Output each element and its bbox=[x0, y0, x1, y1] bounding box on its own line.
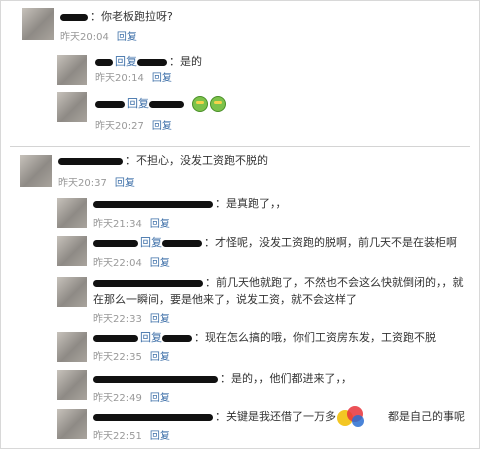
redacted-name[interactable] bbox=[162, 239, 202, 247]
reply-meta: 昨天21:34 回复 bbox=[93, 219, 170, 231]
reply-link[interactable]: 回复 bbox=[150, 431, 170, 442]
comment-meta: 昨天20:04 回复 bbox=[60, 32, 137, 44]
redacted-name[interactable] bbox=[93, 200, 213, 208]
timestamp: 昨天20:27 bbox=[95, 121, 144, 132]
reply-text: ：关键是我还借了一万多 都是自己的事呢 bbox=[93, 410, 465, 424]
reply-meta: 昨天22:04 回复 bbox=[93, 258, 170, 270]
reply-prefix: 回复 bbox=[115, 55, 137, 68]
redacted-name[interactable] bbox=[95, 100, 125, 108]
reply-text: ：前几天他就跑了，不然也不会这么快就倒闭的，，就 bbox=[93, 276, 464, 290]
timestamp: 昨天22:33 bbox=[93, 314, 142, 325]
redacted-name[interactable] bbox=[162, 334, 192, 342]
avatar[interactable] bbox=[57, 198, 87, 228]
reply-link[interactable]: 回复 bbox=[150, 393, 170, 404]
reply-text: 回复 ：才怪呢，没发工资跑的脱啊，前几天不是在装柜啊 bbox=[93, 236, 457, 250]
smiley-icon bbox=[209, 96, 226, 112]
avatar[interactable] bbox=[57, 332, 87, 362]
timestamp: 昨天20:04 bbox=[60, 32, 109, 43]
avatar[interactable] bbox=[57, 409, 87, 439]
comment-text: ：不担心，没发工资跑不脱的 bbox=[58, 154, 268, 168]
reply-text: ：是真跑了，， bbox=[93, 197, 287, 211]
redacted-name[interactable] bbox=[93, 279, 203, 287]
reply-meta: 昨天20:14 回复 bbox=[95, 73, 172, 85]
reply-link[interactable]: 回复 bbox=[150, 352, 170, 363]
redacted-name[interactable] bbox=[95, 58, 113, 66]
reply-text: 回复 ：现在怎么搞的哦，你们工资房东发，工资跑不脱 bbox=[93, 331, 436, 345]
timestamp: 昨天20:14 bbox=[95, 73, 144, 84]
smiley-icon bbox=[191, 96, 208, 112]
reply-prefix: 回复 bbox=[127, 97, 149, 110]
reply-prefix: 回复 bbox=[140, 331, 162, 344]
redacted-name[interactable] bbox=[149, 100, 184, 108]
reply-meta: 昨天22:51 回复 bbox=[93, 431, 170, 443]
redacted-name[interactable] bbox=[93, 334, 138, 342]
avatar[interactable] bbox=[57, 55, 87, 85]
reply-link[interactable]: 回复 bbox=[150, 219, 170, 230]
redacted-name[interactable] bbox=[58, 157, 123, 165]
avatar[interactable] bbox=[57, 236, 87, 266]
reply-link[interactable]: 回复 bbox=[152, 73, 172, 84]
timestamp: 昨天22:04 bbox=[93, 258, 142, 269]
reply-text: 回复 bbox=[95, 96, 226, 112]
comment-meta: 昨天20:37 回复 bbox=[58, 178, 135, 190]
avatar[interactable] bbox=[22, 8, 54, 40]
avatar[interactable] bbox=[20, 155, 52, 187]
reply-meta: 昨天20:27 回复 bbox=[95, 121, 172, 133]
timestamp: 昨天21:34 bbox=[93, 219, 142, 230]
watermark-logo bbox=[337, 406, 364, 427]
reply-text-continued: 在那么一瞬间，要是他来了，说发工资，就不会这样了 bbox=[93, 293, 357, 306]
redacted-name[interactable] bbox=[93, 413, 213, 421]
reply-meta: 昨天22:49 回复 bbox=[93, 393, 170, 405]
timestamp: 昨天22:49 bbox=[93, 393, 142, 404]
reply-meta: 昨天22:33 回复 bbox=[93, 314, 170, 326]
reply-meta: 昨天22:35 回复 bbox=[93, 352, 170, 364]
reply-link[interactable]: 回复 bbox=[150, 314, 170, 325]
comment-divider bbox=[10, 146, 470, 147]
redacted-name[interactable] bbox=[93, 239, 138, 247]
redacted-name[interactable] bbox=[137, 58, 167, 66]
reply-link[interactable]: 回复 bbox=[150, 258, 170, 269]
reply-prefix: 回复 bbox=[140, 236, 162, 249]
reply-text: 回复 ：是的 bbox=[95, 55, 202, 69]
comment-text: ：你老板跑拉呀? bbox=[60, 10, 173, 24]
avatar[interactable] bbox=[57, 92, 87, 122]
redacted-name[interactable] bbox=[60, 13, 88, 21]
timestamp: 昨天20:37 bbox=[58, 178, 107, 189]
timestamp: 昨天22:51 bbox=[93, 431, 142, 442]
reply-link[interactable]: 回复 bbox=[115, 178, 135, 189]
reply-link[interactable]: 回复 bbox=[117, 32, 137, 43]
avatar[interactable] bbox=[57, 277, 87, 307]
avatar[interactable] bbox=[57, 370, 87, 400]
redacted-name[interactable] bbox=[93, 375, 218, 383]
timestamp: 昨天22:35 bbox=[93, 352, 142, 363]
reply-text: ：是的，，他们都进来了，， bbox=[93, 372, 352, 386]
reply-link[interactable]: 回复 bbox=[152, 121, 172, 132]
